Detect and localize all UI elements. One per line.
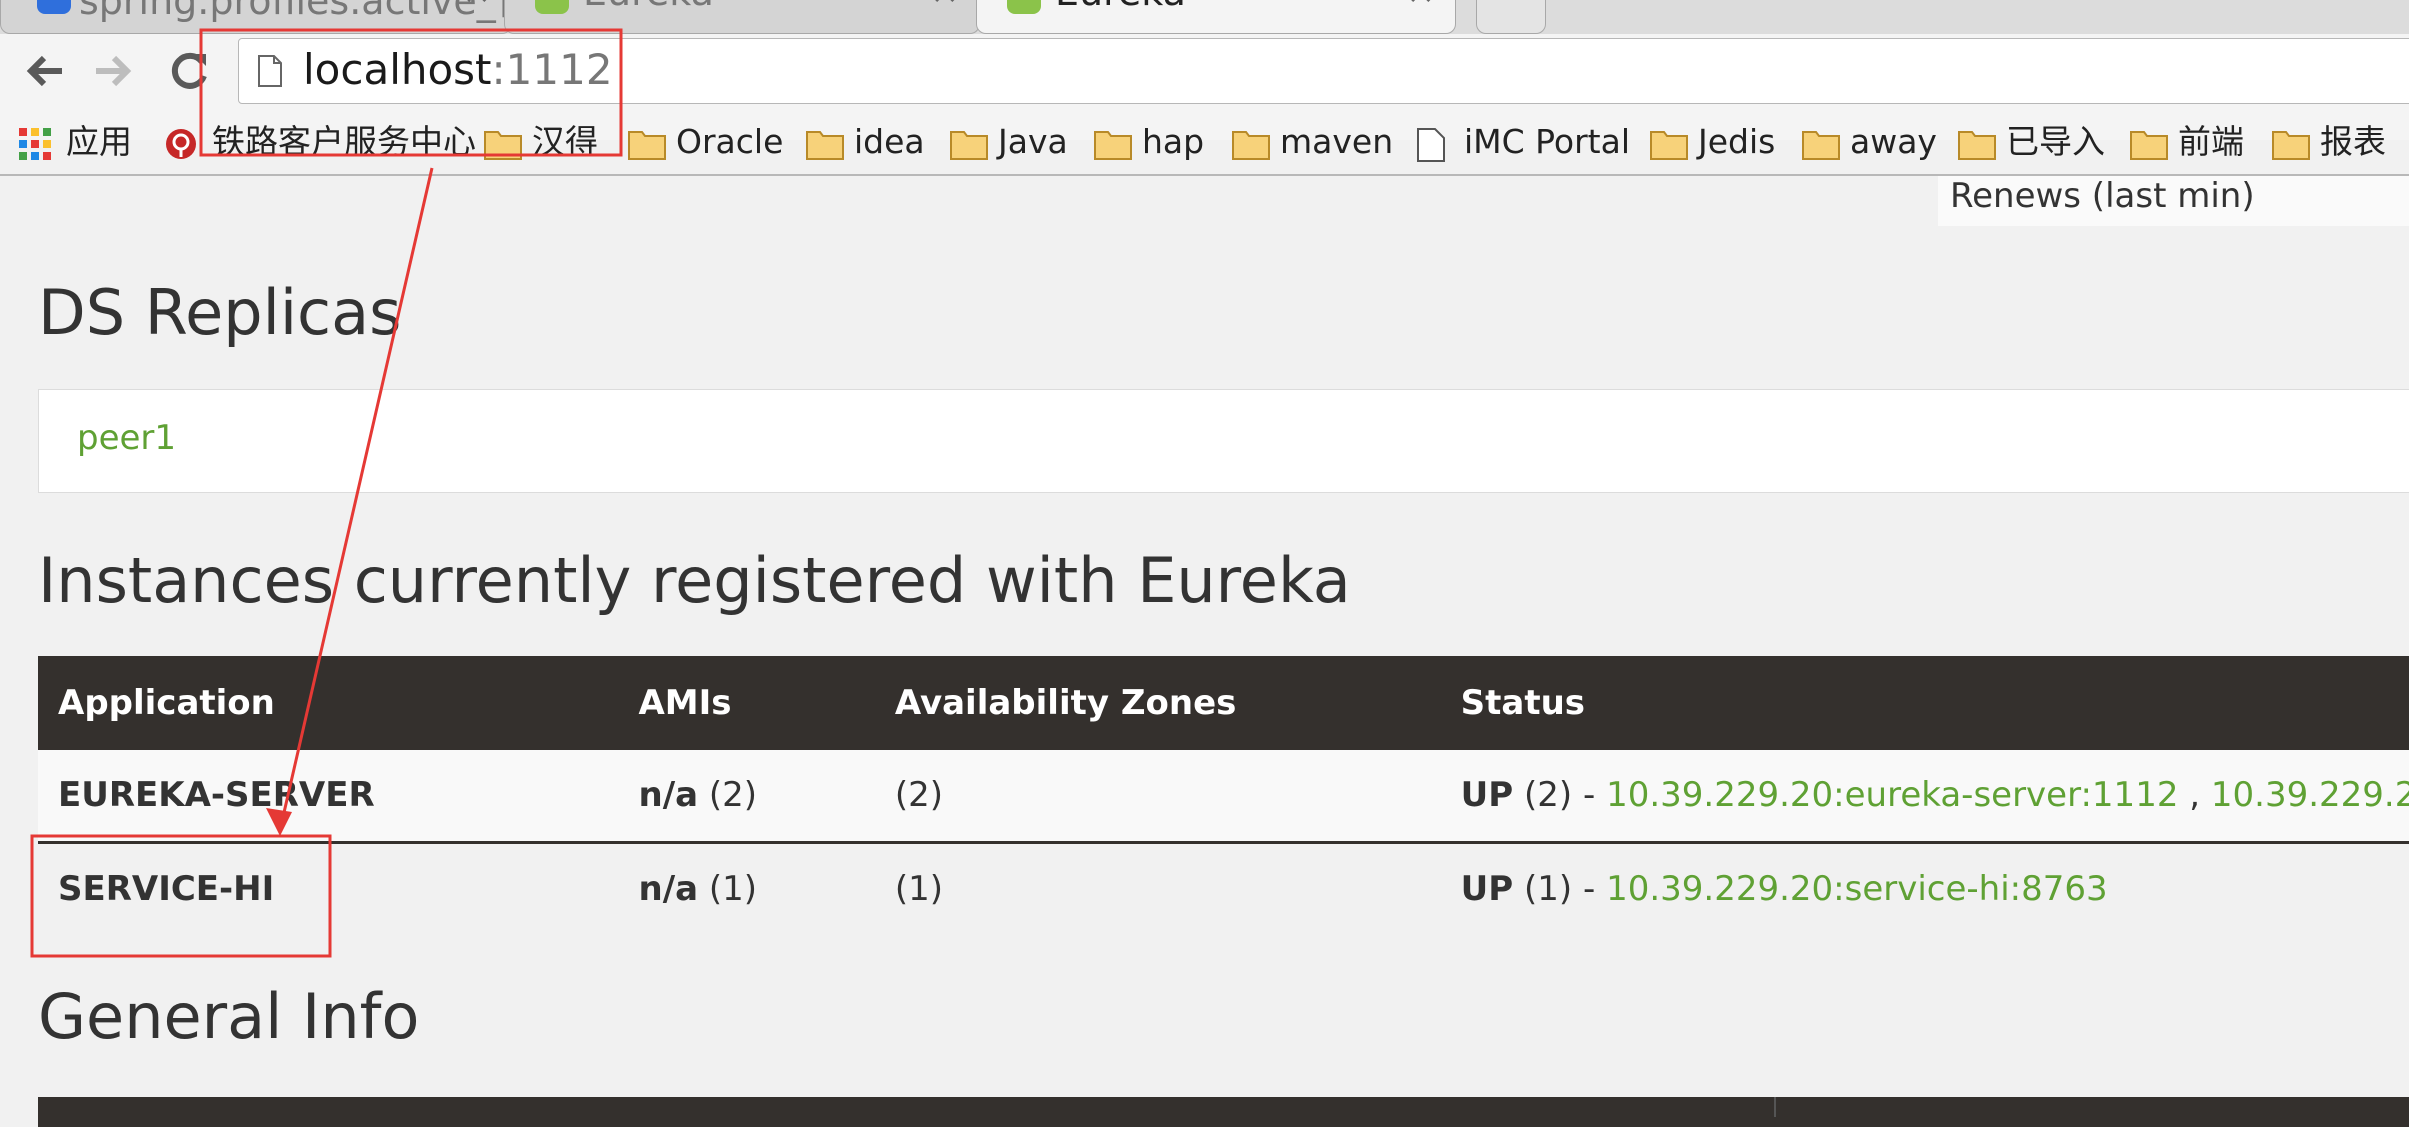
tab-eureka-1[interactable]: Eureka ×: [504, 0, 980, 34]
instance-link[interactable]: 10.39.229.20: [2211, 775, 2409, 815]
folder-icon: [806, 127, 844, 171]
url-text[interactable]: localhost:1112: [303, 45, 613, 94]
instance-link[interactable]: 10.39.229.20:service-hi:8763: [1606, 869, 2108, 909]
baidu-icon: [37, 0, 71, 14]
table-row: EUREKA-SERVER n/a (2) (2) UP (2) - 10.39…: [38, 750, 2409, 844]
status-count: (1) -: [1524, 868, 1596, 909]
bookmark-label: Oracle: [676, 122, 784, 161]
spring-leaf-icon: [535, 0, 569, 14]
replica-link-peer1[interactable]: peer1: [77, 418, 176, 458]
status-value: UP: [1460, 775, 1514, 816]
folder-icon: [2272, 127, 2310, 171]
instance-link[interactable]: 10.39.229.20:eureka-server:1112: [1606, 775, 2178, 815]
bookmark-label: 已导入: [2006, 122, 2105, 161]
folder-icon: [484, 127, 522, 171]
bookmark-label: 报表: [2320, 122, 2386, 161]
railway-logo-icon: [166, 129, 196, 159]
spring-leaf-icon: [1007, 0, 1041, 14]
general-info-column-divider: [1774, 1097, 1776, 1117]
renews-label: Renews (last min): [1950, 176, 2255, 216]
folder-icon: [950, 127, 988, 171]
tab-title: Eureka: [1055, 0, 1186, 14]
bookmark-label: maven: [1280, 122, 1394, 161]
column-header-status: Status: [1440, 656, 2409, 750]
general-info-heading: General Info: [38, 980, 420, 1053]
address-bar[interactable]: localhost:1112: [238, 38, 2409, 104]
availability-zones-count: (1): [874, 842, 1441, 934]
tab-strip: spring.profiles.active_百度 × Eureka × Eur…: [0, 0, 2409, 34]
general-info-table-header: [38, 1097, 2409, 1127]
folder-icon: [1958, 127, 1996, 171]
bookmark-label: 应用: [66, 122, 132, 161]
bookmark-label: Jedis: [1698, 122, 1776, 161]
bookmark-label: 汉得: [532, 122, 598, 161]
column-header-amis: AMIs: [618, 656, 875, 750]
back-arrow-icon[interactable]: [20, 46, 70, 96]
folder-icon: [1094, 127, 1132, 171]
status-value: UP: [1460, 868, 1514, 909]
status-count: (2) -: [1524, 775, 1596, 816]
ds-replicas-heading: DS Replicas: [38, 276, 402, 349]
application-name: EUREKA-SERVER: [38, 750, 619, 844]
folder-icon: [1802, 127, 1840, 171]
bookmark-label: iMC Portal: [1464, 122, 1630, 161]
apps-grid-icon: [19, 128, 51, 160]
forward-arrow-icon[interactable]: [88, 46, 138, 96]
bookmark-label: away: [1850, 122, 1937, 161]
amis-count: (2): [708, 775, 758, 816]
ds-replicas-list: peer1: [38, 389, 2409, 493]
bookmark-label: 铁路客户服务中心: [212, 122, 476, 161]
amis-value: n/a: [638, 775, 699, 816]
bookmark-label: 前端: [2178, 122, 2244, 161]
url-host: localhost: [303, 45, 492, 94]
status-cell: UP (1) - 10.39.229.20:service-hi:8763: [1440, 842, 2409, 934]
url-port: :1112: [491, 45, 613, 94]
column-header-availability-zones: Availability Zones: [874, 656, 1441, 750]
instances-table: Application AMIs Availability Zones Stat…: [38, 656, 2409, 934]
folder-icon: [2130, 127, 2168, 171]
column-header-application: Application: [38, 656, 619, 750]
amis-count: (1): [708, 868, 758, 909]
application-name: SERVICE-HI: [38, 842, 619, 934]
instances-heading: Instances currently registered with Eure…: [38, 544, 1351, 617]
folder-icon: [628, 127, 666, 171]
table-header-row: Application AMIs Availability Zones Stat…: [38, 656, 2409, 750]
tab-title: spring.profiles.active_百度: [79, 0, 572, 23]
bookmarks-bar: 应用 铁路客户服务中心 汉得 Oracle idea Java hap mave…: [0, 114, 2409, 176]
availability-zones-count: (2): [874, 750, 1441, 844]
amis-cell: n/a (1): [618, 842, 875, 934]
close-icon[interactable]: ×: [931, 0, 960, 12]
eureka-dashboard: Renews (last min) DS Replicas peer1 Inst…: [0, 176, 2409, 1127]
page-icon: [257, 54, 283, 88]
status-cell: UP (2) - 10.39.229.20:eureka-server:1112…: [1440, 750, 2409, 844]
bookmark-label: Java: [998, 122, 1068, 161]
tab-title: Eureka: [583, 0, 714, 14]
table-row: SERVICE-HI n/a (1) (1) UP (1) - 10.39.22…: [38, 842, 2409, 934]
new-tab-button[interactable]: [1476, 0, 1546, 34]
page-icon: [1416, 127, 1446, 174]
reload-icon[interactable]: [164, 46, 214, 96]
folder-icon: [1232, 127, 1270, 171]
tab-eureka-active[interactable]: Eureka ×: [976, 0, 1456, 34]
renews-panel: Renews (last min): [1938, 176, 2409, 226]
bookmark-label: hap: [1142, 122, 1205, 161]
folder-icon: [1650, 127, 1688, 171]
tab-baidu[interactable]: spring.profiles.active_百度 ×: [0, 0, 572, 34]
bookmark-label: idea: [854, 122, 925, 161]
amis-value: n/a: [638, 868, 699, 909]
close-icon[interactable]: ×: [1407, 0, 1436, 12]
link-separator: ,: [2189, 775, 2201, 816]
close-icon[interactable]: ×: [463, 0, 492, 12]
amis-cell: n/a (2): [618, 750, 875, 844]
